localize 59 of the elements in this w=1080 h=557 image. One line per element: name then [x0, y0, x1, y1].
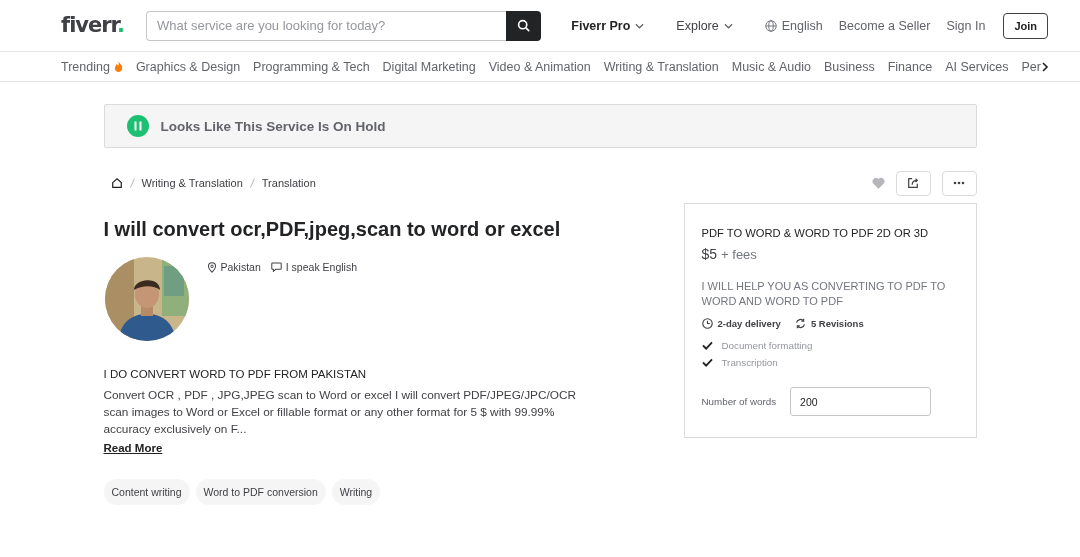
category-link[interactable]: Music & Audio [731, 59, 811, 74]
slash-separator-icon [129, 178, 135, 188]
about-heading: I DO CONVERT WORD TO PDF FROM PAKISTAN [103, 368, 368, 380]
notice-text: Looks Like This Service Is On Hold [160, 118, 386, 134]
fiverr-logo[interactable]: fiverr. [61, 15, 124, 36]
tag-chip[interactable]: Word to PDF conversion [195, 479, 326, 505]
breadcrumb-link[interactable]: Writing & Translation [141, 177, 243, 189]
package-title: PDF TO WORD & WORD TO PDF 2D OR 3D [701, 227, 930, 239]
tag-chip[interactable]: Writing [331, 479, 381, 505]
chevron-right-icon[interactable] [1041, 61, 1049, 72]
delivery-time: 2-day delivery [701, 318, 781, 329]
pause-icon [126, 115, 149, 137]
category-link[interactable]: Writing & Translation [603, 59, 719, 74]
category-link[interactable]: Business [823, 59, 875, 74]
read-more-link[interactable]: Read More [103, 442, 163, 454]
globe-icon [764, 19, 777, 32]
package-description: I WILL HELP YOU AS CONVERTING TO PDF TO WORD AND WORD TO PDF [701, 279, 947, 309]
nav-dropdown[interactable]: Explore [676, 18, 733, 33]
share-icon [907, 177, 919, 189]
category-link[interactable]: Digital Marketing [382, 59, 476, 74]
clock-icon [701, 318, 713, 329]
gig-description: Convert OCR , PDF , JPG,JPEG scan to Word or excel I will convert PDF/JPEG/JPC/OCR scan images to Word or Excel or fillable format or any other format for 5 $ with 99.99% accuracy exclusively on F... [103, 387, 577, 438]
search-field[interactable]: What service are you looking for today? [146, 10, 506, 41]
search-button[interactable] [506, 10, 541, 41]
category-link[interactable]: Graphics & Design [135, 59, 241, 74]
location-pin-icon [206, 261, 217, 273]
language-label: I speak English [270, 261, 357, 273]
speech-bubble-icon [270, 262, 282, 272]
gig-title: I will convert ocr,PDF,jpeg,scan to word or excel [103, 218, 562, 241]
quantity-label: Number of words [701, 396, 777, 407]
nav-link[interactable]: Become a Seller [838, 18, 931, 33]
more-icon [953, 181, 965, 185]
category-link[interactable]: Programming & Tech [253, 59, 370, 74]
chevron-down-icon [635, 22, 645, 29]
join-button[interactable]: Join [1003, 12, 1048, 39]
chevron-down-icon [723, 22, 733, 29]
home-icon[interactable] [110, 177, 123, 189]
nav-link[interactable]: Sign In [946, 18, 986, 33]
fees-label: + fees [721, 247, 757, 262]
location-label: Pakistan [206, 261, 261, 273]
category-link[interactable]: Trending [61, 59, 123, 74]
feature-label: Document formatting [721, 340, 813, 351]
revisions-count: 5 Revisions [794, 318, 864, 329]
share-button[interactable] [895, 170, 931, 196]
category-link[interactable]: Video & Animation [488, 59, 591, 74]
category-link[interactable]: Per [1021, 59, 1041, 74]
breadcrumb-link[interactable]: Translation [261, 177, 316, 189]
price: $5 [701, 246, 718, 262]
category-link[interactable]: Finance [887, 59, 933, 74]
tag-chip[interactable]: Content writing [103, 479, 190, 505]
category-link[interactable]: AI Services [945, 59, 1009, 74]
flame-icon [113, 61, 123, 72]
refresh-icon [794, 318, 806, 329]
search-icon [517, 19, 530, 32]
slash-separator-icon [249, 178, 255, 188]
nav-dropdown[interactable]: Fiverr Pro [571, 18, 645, 33]
feature-label: Transcription [721, 357, 778, 368]
language-link[interactable]: English [764, 18, 823, 33]
quantity-field[interactable]: 200 [790, 387, 932, 416]
